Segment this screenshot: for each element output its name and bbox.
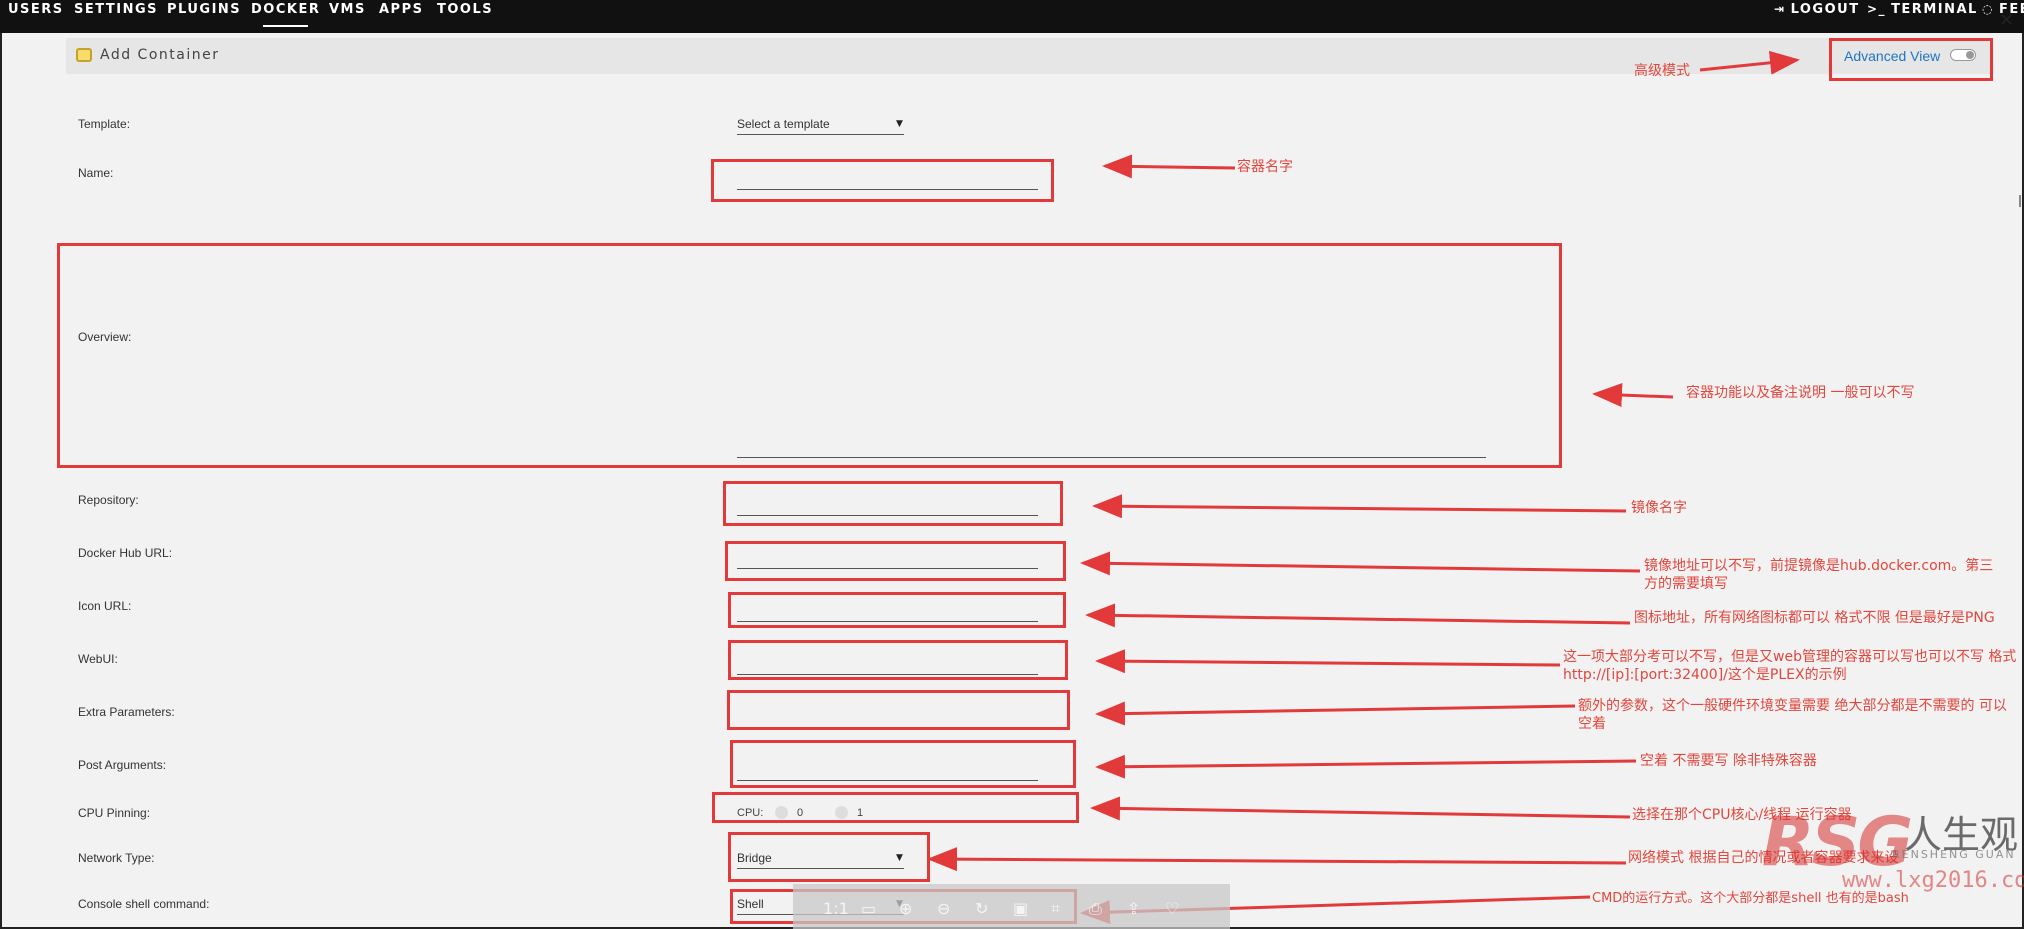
fit-screen-icon[interactable]: ▭ <box>861 899 876 918</box>
annotation-arrows <box>927 50 1800 925</box>
annotation-name: 容器名字 <box>1237 159 1293 175</box>
arrow-post <box>1095 754 1637 779</box>
rotate-icon[interactable]: ↻ <box>975 899 988 918</box>
annotation-post: 空着 不需要写 除非特殊容器 <box>1640 753 1817 769</box>
watermark-sub: RENSHENG GUAN <box>1892 848 2016 861</box>
annotation-repository: 镜像名字 <box>1631 500 1687 516</box>
print-icon[interactable]: ⎙ <box>1089 899 1102 919</box>
image-viewer-toolbar: 1:1 ▭ ⊕ ⊖ ↻ ▣ ⌗ ⎙ ⇪ ♡ <box>793 884 1230 929</box>
zoom-out-icon[interactable]: ⊖ <box>937 899 950 918</box>
arrow-name <box>1102 154 1236 179</box>
share-icon[interactable]: ⇪ <box>1127 899 1140 918</box>
arrow-icon <box>1085 603 1631 628</box>
annotation-overview: 容器功能以及备注说明 一般可以不写 <box>1686 385 1915 401</box>
arrow-network <box>927 847 1627 872</box>
arrow-cpu <box>1090 796 1631 821</box>
crop-icon[interactable]: ⌗ <box>1051 899 1060 919</box>
arrow-extra <box>1095 701 1576 726</box>
annotation-extra: 额外的参数，这个一般硬件环境变量需要 绝大部分都是不需要的 可以空着 <box>1578 698 2007 732</box>
zoom-in-icon[interactable]: ⊕ <box>899 899 912 918</box>
annotation-webui: 这一项大部分考可以不写，但是又web管理的容器可以写也可以不写 格式http:/… <box>1563 649 2017 683</box>
save-icon[interactable]: ▣ <box>1013 899 1028 918</box>
annotation-advanced: 高级模式 <box>1634 63 1690 79</box>
watermark-url: www.lxg2016.com <box>1842 868 2024 893</box>
arrow-advanced <box>1699 50 1800 75</box>
actual-size-icon[interactable]: 1:1 <box>823 899 849 918</box>
arrow-dockerhub <box>1080 551 1641 576</box>
annotation-icon: 图标地址，所有网络图标都可以 格式不限 但是最好是PNG <box>1634 610 1995 626</box>
annotation-dockerhub: 镜像地址可以不写，前提镜像是hub.docker.com。第三方的需要填写 <box>1644 558 1994 592</box>
like-icon[interactable]: ♡ <box>1165 899 1179 918</box>
arrow-webui <box>1095 649 1561 674</box>
arrow-repository <box>1092 494 1627 519</box>
arrow-overview <box>1592 383 1674 408</box>
